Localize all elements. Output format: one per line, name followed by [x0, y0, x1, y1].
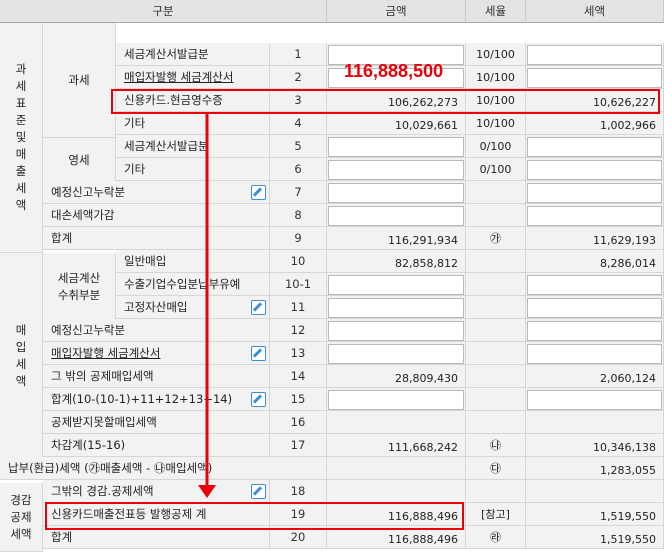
- vat-return-form: 구분 금액 세율 세액 과 세 표 준 및 매 출 세 액 과세 영세 매 입 …: [0, 0, 664, 552]
- arrow-annotation: [198, 114, 216, 498]
